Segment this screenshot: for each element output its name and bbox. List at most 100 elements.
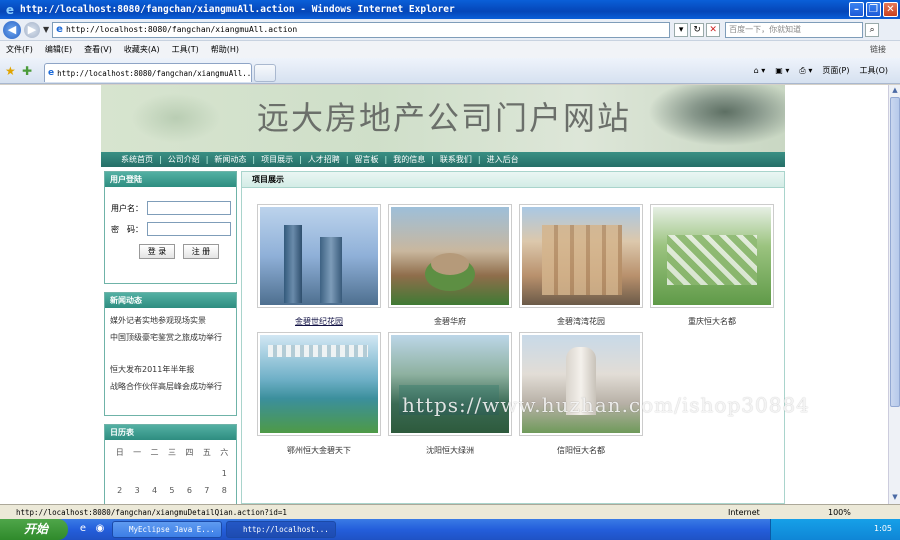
site-navigation: 系统首页 | 公司介绍 | 新闻动态 | 项目展示 | 人才招聘 | 留言板 | 我的信息 |… [101,152,785,167]
scroll-up-icon[interactable]: ▲ [890,86,900,96]
nav-news[interactable]: 新闻动态 [214,154,246,165]
menu-file[interactable]: 文件(F) [6,44,33,55]
project-name[interactable]: 金碧华府 [388,316,512,327]
quicklaunch-browser-icon[interactable]: ◉ [93,523,107,537]
projects-heading: 项目展示 [242,172,784,188]
history-dropdown-icon[interactable]: ▼ [43,25,49,34]
banner-decoration [131,93,221,143]
vertical-scrollbar[interactable]: ▲ ▼ [888,85,900,504]
forward-button[interactable]: ▶ [24,21,40,38]
news-heading: 新闻动态 [105,293,236,308]
scroll-down-icon[interactable]: ▼ [890,493,900,503]
nav-contact[interactable]: 联系我们 [440,154,472,165]
menu-edit[interactable]: 编辑(E) [45,44,72,55]
page-icon: e [56,24,63,35]
maximize-button[interactable]: ❐ [866,2,881,17]
print-icon[interactable]: ⎙ ▾ [799,66,812,76]
close-button[interactable]: ✕ [883,2,898,17]
window-titlebar: e http://localhost:8080/fangchan/xiangmu… [0,0,900,19]
project-photo[interactable] [260,335,378,433]
add-favorite-icon[interactable]: ✚ [22,64,32,78]
favorites-star-icon[interactable]: ★ [5,64,16,78]
login-button[interactable]: 登 录 [139,244,175,259]
news-item[interactable]: 恒大发布2011年半年报 [110,362,234,377]
search-icon[interactable]: ⌕ [865,22,880,37]
stop-icon[interactable]: ✕ [706,22,721,37]
calendar-weekdays: 日 一 二 三 四 五 六 [115,448,229,457]
address-dropdown-icon[interactable]: ▾ [674,22,689,37]
status-url: http://localhost:8080/fangchan/xiangmuDe… [16,507,287,517]
quicklaunch-ie-icon[interactable]: e [76,523,90,537]
address-input[interactable]: e http://localhost:8080/fangchan/xiangmu… [52,21,671,38]
project-card[interactable] [519,332,643,436]
project-photo[interactable] [522,207,640,305]
calendar-week-row: 2 3 4 5 6 7 8 [117,486,227,495]
project-name[interactable]: 金碧湾湾花园 [519,316,643,327]
project-name[interactable]: 鄂州恒大金碧天下 [257,445,381,456]
projects-panel: 项目展示 金碧世纪花园 金碧华府 金碧湾湾花园 重庆恒大名都 鄂州恒大金碧天下 … [241,171,785,504]
nav-admin[interactable]: 进入后台 [487,154,519,165]
taskbar-clock: 1:05 [874,524,892,533]
taskbar-myeclipse[interactable]: MyEclipse Java E... [112,521,222,538]
search-input[interactable]: 百度一下，你就知道 [725,21,864,38]
project-card[interactable] [388,332,512,436]
project-photo[interactable] [522,335,640,433]
calendar-week-row: 1 [221,469,227,478]
nav-jobs[interactable]: 人才招聘 [308,154,340,165]
tab-bar: ★ ✚ e http://localhost:8080/fangchan/xia… [0,58,900,84]
menu-bar: 文件(F) 编辑(E) 查看(V) 收藏夹(A) 工具(T) 帮助(H) 链接 [0,41,900,58]
project-name[interactable]: 金碧世纪花园 [257,316,381,327]
tools-menu[interactable]: 工具(O) [859,65,888,76]
zoom-level[interactable]: 100% [828,508,888,517]
menu-tools[interactable]: 工具(T) [172,44,199,55]
nav-home[interactable]: 系统首页 [121,154,153,165]
security-zone[interactable]: Internet [728,508,828,517]
project-card[interactable] [650,204,774,308]
page-viewport: 远大房地产公司门户网站 系统首页 | 公司介绍 | 新闻动态 | 项目展示 | 人才招聘… [0,85,888,504]
news-item[interactable]: 媒外记者实地参观现场实景 [110,313,234,328]
project-card[interactable] [257,332,381,436]
project-name[interactable]: 重庆恒大名都 [650,316,774,327]
home-icon[interactable]: ⌂ ▾ [754,66,766,75]
password-input[interactable] [147,222,231,236]
banner-ink-painting [635,85,785,152]
menu-view[interactable]: 查看(V) [84,44,112,55]
new-tab-button[interactable] [254,64,276,82]
project-name[interactable]: 信阳恒大名都 [519,445,643,456]
username-input[interactable] [147,201,231,215]
address-bar: ◀ ▶ ▼ e http://localhost:8080/fangchan/x… [0,19,900,41]
project-photo[interactable] [391,207,509,305]
project-card[interactable] [257,204,381,308]
links-label[interactable]: 链接 [870,44,886,55]
nav-my-info[interactable]: 我的信息 [393,154,425,165]
minimize-button[interactable]: – [849,2,864,17]
nav-guestbook[interactable]: 留言板 [355,154,379,165]
window-title: http://localhost:8080/fangchan/xiangmuAl… [20,4,455,15]
nav-projects[interactable]: 项目展示 [261,154,293,165]
back-button[interactable]: ◀ [3,20,21,39]
feeds-icon[interactable]: ▣ ▾ [775,66,789,75]
register-button[interactable]: 注 册 [183,244,219,259]
project-card[interactable] [388,204,512,308]
tab-current-page[interactable]: e http://localhost:8080/fangchan/xiangmu… [44,63,252,82]
nav-about[interactable]: 公司介绍 [168,154,200,165]
page-menu[interactable]: 页面(P) [822,65,849,76]
scrollbar-thumb[interactable] [890,97,900,407]
project-card[interactable] [519,204,643,308]
windows-taskbar: 开始 e ◉ MyEclipse Java E... http://localh… [0,519,900,540]
start-button[interactable]: 开始 [0,519,68,540]
password-label: 密 码： [111,224,143,234]
project-photo[interactable] [653,207,771,305]
news-item[interactable]: 中国顶级豪宅鉴赏之旅成功举行 [110,330,234,345]
watermark-text: https://www.huzhan.com/ishop30884 [402,393,810,417]
tab-page-icon: e [48,68,55,78]
ie-logo-icon: e [5,2,15,17]
project-name[interactable]: 沈阳恒大绿洲 [388,445,512,456]
menu-favorites[interactable]: 收藏夹(A) [124,44,160,55]
news-item[interactable]: 战略合作伙伴高层峰会成功举行 [110,379,234,394]
refresh-icon[interactable]: ↻ [690,22,705,37]
project-photo[interactable] [391,335,509,433]
menu-help[interactable]: 帮助(H) [211,44,239,55]
taskbar-ie[interactable]: http://localhost... [226,521,336,538]
project-photo[interactable] [260,207,378,305]
